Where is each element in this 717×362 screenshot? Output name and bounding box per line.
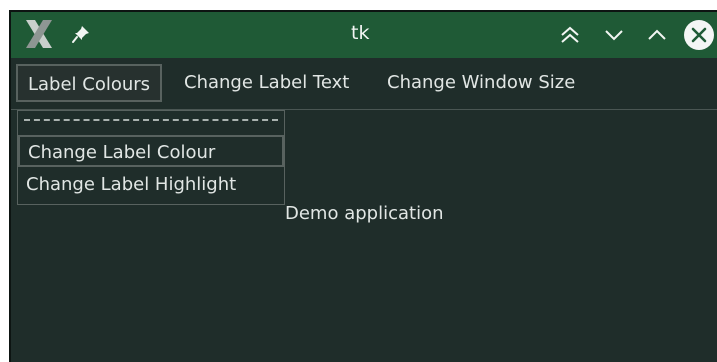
pin-icon[interactable] bbox=[71, 24, 91, 48]
shade-button[interactable] bbox=[557, 22, 583, 52]
menu-item-change-label-highlight[interactable]: Change Label Highlight bbox=[18, 169, 284, 201]
chevron-down-icon bbox=[601, 30, 627, 52]
app-window: tk Label Colours Change Label Text Chang… bbox=[9, 10, 717, 362]
close-button[interactable] bbox=[683, 19, 715, 55]
label-colours-dropdown: Change Label Colour Change Label Highlig… bbox=[17, 110, 285, 205]
minimize-button[interactable] bbox=[601, 22, 627, 52]
menu-item-change-label-colour[interactable]: Change Label Colour bbox=[18, 135, 284, 167]
chevron-up-icon bbox=[644, 29, 670, 52]
maximize-button[interactable] bbox=[644, 22, 670, 52]
close-icon bbox=[683, 20, 715, 55]
window-title: tk bbox=[351, 22, 370, 44]
menu-change-label-text[interactable]: Change Label Text bbox=[174, 64, 359, 102]
demo-label: Demo application bbox=[285, 203, 444, 224]
menu-label-colours[interactable]: Label Colours bbox=[16, 64, 163, 102]
menu-change-window-size[interactable]: Change Window Size bbox=[377, 64, 585, 102]
tearoff-line[interactable] bbox=[24, 119, 278, 121]
title-bar[interactable]: tk bbox=[11, 12, 717, 58]
x-logo-icon bbox=[23, 18, 55, 54]
double-chevron-up-icon bbox=[557, 26, 583, 52]
menu-bar: Label Colours Change Label Text Change W… bbox=[11, 58, 717, 110]
